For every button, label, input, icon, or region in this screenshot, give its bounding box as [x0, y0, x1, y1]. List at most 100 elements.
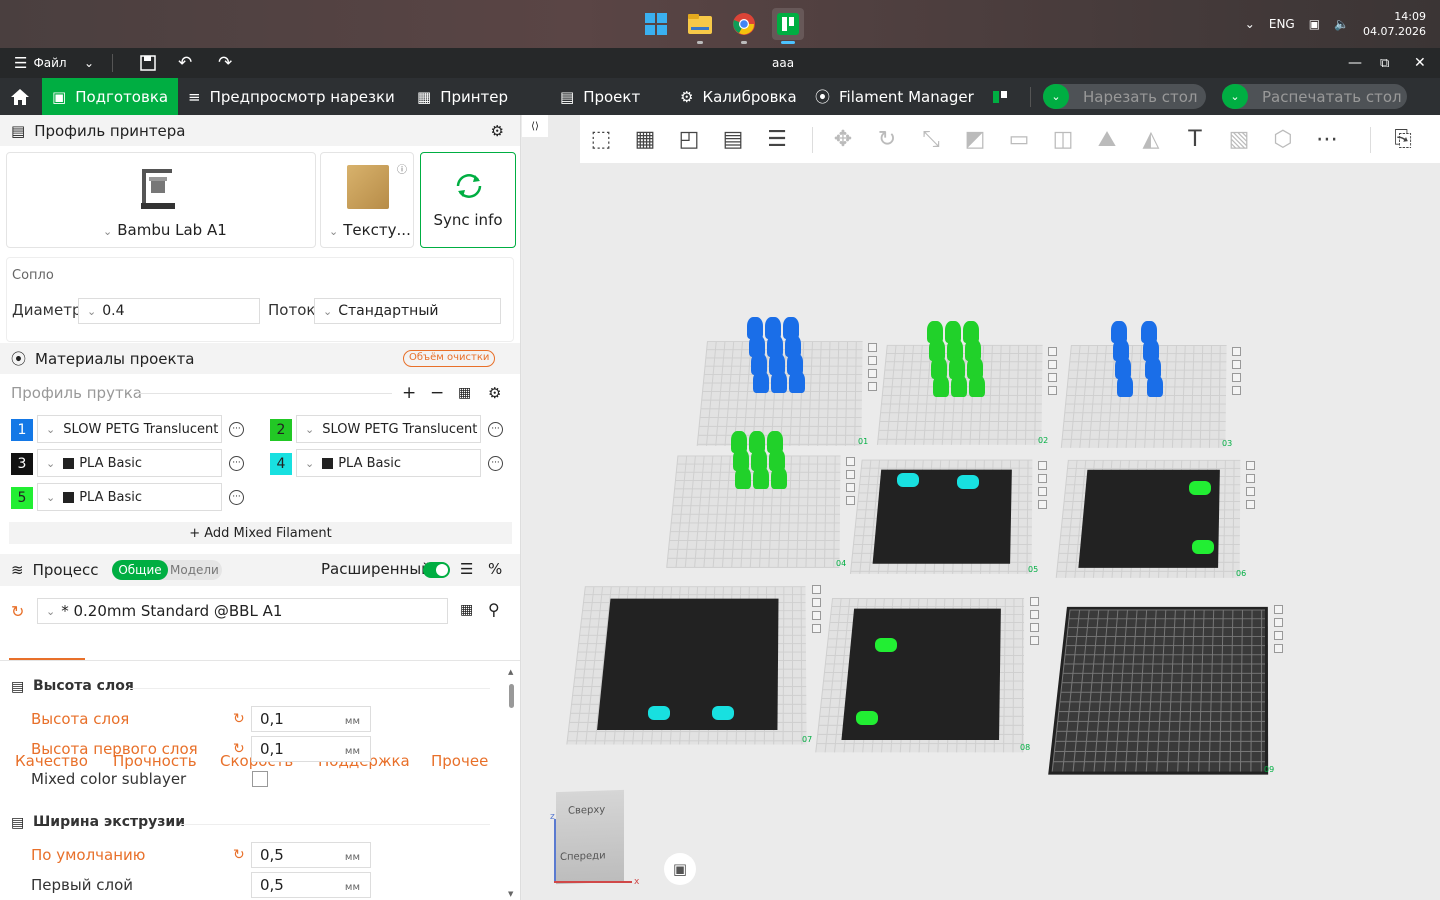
plate-action-icon[interactable] — [1232, 360, 1241, 369]
build-plate[interactable] — [1048, 607, 1268, 775]
plate-action-icon[interactable] — [868, 343, 877, 352]
volume-icon[interactable]: 🔈 — [1334, 17, 1349, 31]
plate-action-icon[interactable] — [846, 496, 855, 505]
filament-more-icon[interactable]: ··· — [229, 422, 244, 437]
sync-info-button[interactable]: Sync info — [420, 152, 516, 248]
filament-sync-icon[interactable]: ▦ — [458, 385, 471, 401]
home-button[interactable] — [0, 78, 40, 115]
system-clock[interactable]: 14:09 04.07.2026 — [1363, 9, 1426, 39]
collapse-sidebar-icon[interactable]: ⟨⟩ — [522, 115, 548, 137]
printer-selector[interactable]: ⌄ Bambu Lab A1 — [6, 152, 316, 248]
filament-more-icon[interactable]: ··· — [488, 456, 503, 471]
restore-icon[interactable]: ⧉ — [1380, 48, 1389, 78]
default-width-input[interactable]: 0,5 мм — [251, 842, 371, 868]
model-part[interactable] — [897, 473, 919, 487]
plate-action-icon[interactable] — [846, 470, 855, 479]
info-icon[interactable]: ⓘ — [397, 161, 407, 176]
plate-action-icon[interactable] — [1274, 618, 1283, 627]
filament-color-swatch[interactable]: 4 — [270, 453, 292, 475]
dropdown-chevron-icon[interactable]: ⌄ — [1043, 84, 1069, 109]
mixed-sublayer-checkbox[interactable] — [252, 771, 268, 787]
model-part[interactable] — [856, 711, 878, 725]
auto-orient-icon[interactable]: ◰ — [672, 123, 706, 155]
reset-icon[interactable]: ↻ — [233, 741, 245, 757]
add-mixed-filament-button[interactable]: + Add Mixed Filament — [9, 522, 512, 544]
toggle-models[interactable]: Модели — [170, 560, 219, 580]
purge-volume-button[interactable]: Объём очистки — [403, 350, 495, 367]
more-icon[interactable]: ⋯ — [1310, 123, 1344, 155]
advanced-switch[interactable] — [423, 562, 450, 578]
model-object[interactable] — [933, 375, 949, 397]
tab-slice-preview[interactable]: ≡ Предпросмотр нарезки — [178, 78, 405, 115]
multi-device-icon[interactable] — [982, 78, 1018, 115]
filament-color-swatch[interactable]: 3 — [11, 453, 33, 475]
model-part[interactable] — [957, 475, 979, 489]
assembly-view-icon[interactable]: ⎘ — [1386, 123, 1420, 155]
settings-scrollbar[interactable]: ▲ ▼ — [506, 668, 516, 898]
add-plate-icon[interactable]: ▦ — [628, 123, 662, 155]
save-icon[interactable] — [140, 48, 156, 78]
model-part[interactable] — [1189, 481, 1211, 495]
filament-settings-icon[interactable]: ⚙ — [488, 384, 501, 402]
plate-action-icon[interactable] — [868, 369, 877, 378]
filament-select[interactable]: ⌄ PLA Basic — [37, 483, 222, 511]
plate-action-icon[interactable] — [846, 483, 855, 492]
split-plates-icon[interactable]: ☰ — [760, 123, 794, 155]
filament-color-swatch[interactable]: 5 — [11, 487, 33, 509]
list-icon[interactable]: ☰ — [460, 560, 473, 578]
tab-prepare[interactable]: ▣ Подготовка — [42, 78, 178, 115]
filament-select[interactable]: ⌄ PLA Basic — [296, 449, 481, 477]
boolean-icon[interactable]: ◫ — [1046, 123, 1080, 155]
minimize-icon[interactable]: — — [1348, 48, 1362, 78]
plate-action-icon[interactable] — [868, 356, 877, 365]
plate-action-icon[interactable] — [1030, 636, 1039, 645]
support-paint-icon[interactable]: ⛰ — [1090, 123, 1124, 155]
settings-gear-icon[interactable]: ⚙ — [491, 122, 504, 140]
reset-icon[interactable]: ↻ — [233, 847, 245, 863]
model-part[interactable] — [1192, 540, 1214, 554]
view-cube-front[interactable]: Спереди — [560, 850, 606, 863]
remove-filament-icon[interactable]: − — [430, 383, 444, 403]
plate-action-icon[interactable] — [1048, 386, 1057, 395]
filament-color-swatch[interactable]: 1 — [11, 419, 33, 441]
model-object[interactable] — [735, 467, 751, 489]
file-explorer-icon[interactable] — [684, 8, 716, 40]
plate-action-icon[interactable] — [812, 585, 821, 594]
plate-action-icon[interactable] — [812, 611, 821, 620]
model-object[interactable] — [789, 371, 805, 393]
model-object[interactable] — [771, 371, 787, 393]
model-part[interactable] — [712, 706, 734, 720]
plate-action-icon[interactable] — [812, 624, 821, 633]
plate-action-icon[interactable] — [1038, 474, 1047, 483]
menu-dropdown-chevron-icon[interactable]: ⌄ — [84, 48, 94, 78]
plate-action-icon[interactable] — [1246, 500, 1255, 509]
plate-action-icon[interactable] — [1232, 373, 1241, 382]
flow-select[interactable]: ⌄ Стандартный — [314, 298, 501, 324]
filament-more-icon[interactable]: ··· — [229, 490, 244, 505]
diameter-select[interactable]: ⌄ 0.4 — [78, 298, 260, 324]
model-object[interactable] — [753, 371, 769, 393]
fit-view-icon[interactable]: ▣ — [664, 853, 696, 885]
model-object[interactable] — [771, 467, 787, 489]
view-cube[interactable]: Сверху Спереди — [556, 790, 624, 884]
filament-color-swatch[interactable]: 2 — [270, 419, 292, 441]
file-menu-button[interactable]: ☰ Файл — [14, 48, 67, 78]
model-object[interactable] — [1147, 375, 1163, 397]
plate-type-selector[interactable]: ⓘ ⌄ Тексту... — [320, 152, 414, 248]
chevron-up-icon[interactable]: ⌄ — [1245, 17, 1255, 31]
plate-action-icon[interactable] — [1274, 631, 1283, 640]
lay-on-face-icon[interactable]: ◩ — [958, 123, 992, 155]
close-icon[interactable]: ✕ — [1414, 48, 1426, 78]
filament-more-icon[interactable]: ··· — [488, 422, 503, 437]
redo-icon[interactable]: ↷ — [218, 48, 232, 78]
arrange-icon[interactable]: ▤ — [716, 123, 750, 155]
plate-action-icon[interactable] — [1246, 487, 1255, 496]
print-plate-button[interactable]: ⌄ Распечатать стол — [1222, 84, 1407, 109]
model-object[interactable] — [597, 599, 778, 730]
model-part[interactable] — [648, 706, 670, 720]
reset-icon[interactable]: ↻ — [233, 711, 245, 727]
filament-select[interactable]: ⌄ SLOW PETG Translucent — [296, 415, 481, 443]
plate-action-icon[interactable] — [1274, 644, 1283, 653]
plate-action-icon[interactable] — [1246, 461, 1255, 470]
model-part[interactable] — [875, 638, 897, 652]
